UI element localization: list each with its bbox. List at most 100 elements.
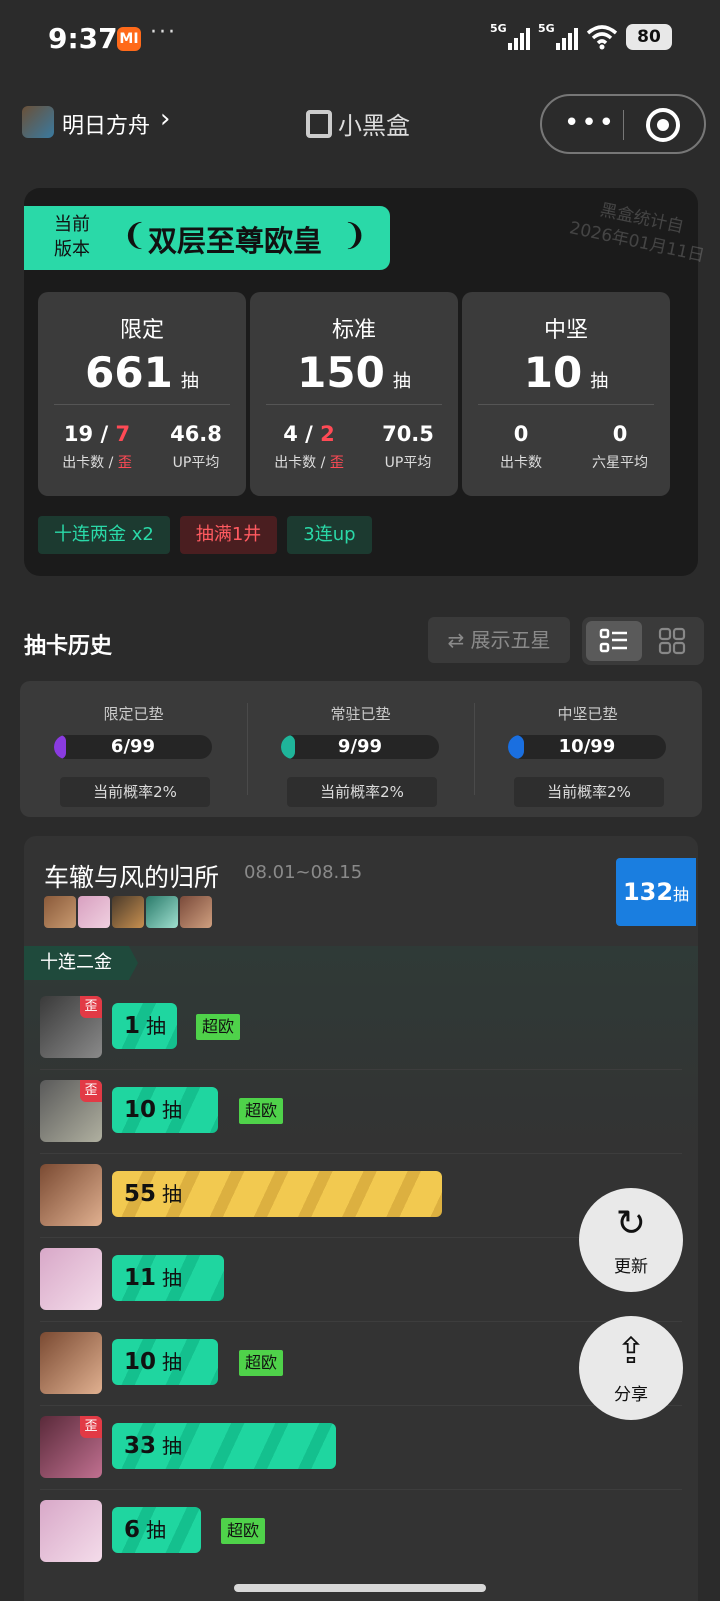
stat-card-midtier: 中坚 10 抽 0 出卡数 0 六星平均	[462, 292, 670, 496]
pity-standard: 常驻已垫 9/99 当前概率2%	[247, 681, 474, 817]
list-view-icon	[599, 628, 627, 653]
pull-count-bar: 6抽	[112, 1507, 201, 1553]
pull-row[interactable]: 6抽 超欧	[24, 1490, 698, 1574]
operator-avatar	[40, 1248, 102, 1310]
stat-card-standard: 标准 150 抽 4 / 2 出卡数 / 歪 70.5 UP平均	[250, 292, 458, 496]
app-title: 小黑盒	[306, 106, 410, 141]
grid-view-icon	[658, 627, 686, 655]
chip-full-pity: 抽满1井	[179, 516, 278, 554]
operator-thumb	[180, 896, 212, 928]
off-banner-badge: 歪	[80, 1080, 102, 1102]
pull-count-bar: 11 抽	[112, 1255, 224, 1301]
pity-panel: 限定已垫 6/99 当前概率2% 常驻已垫 9/99 当前概率2% 中坚已垫 1…	[20, 681, 702, 817]
off-banner-badge: 歪	[80, 1416, 102, 1438]
pull-count-bar: 10 抽	[112, 1339, 218, 1385]
divider	[54, 404, 230, 405]
stat-name: 中坚	[543, 318, 588, 343]
luck-tag: 超欧	[196, 1014, 241, 1040]
status-bar: 9:37 MI ··· 5G 5G 80	[0, 0, 720, 80]
stat-total: 10 抽	[523, 348, 609, 397]
stat-name: 标准	[331, 318, 376, 343]
share-icon: ⇪	[615, 1331, 647, 1372]
banner-name: 车辙与风的归所	[44, 863, 220, 892]
stat-avg-cell: 0 六星平均	[592, 422, 648, 471]
group-tag: 十连二金	[24, 946, 138, 980]
pull-count-bar: 1抽	[112, 1003, 177, 1049]
refresh-label: 更新	[614, 1257, 648, 1277]
more-options-icon[interactable]: •••	[564, 108, 616, 138]
laurel-left-icon: ❨	[122, 218, 148, 253]
operator-avatar	[40, 1332, 102, 1394]
achievement-chips: 十连两金 x2 抽满1井 3连up	[38, 516, 372, 554]
capsule-divider	[623, 110, 624, 140]
operator-thumb	[78, 896, 110, 928]
luck-tag: 超欧	[221, 1518, 266, 1544]
stat-count-cell: 0 出卡数	[500, 422, 542, 471]
clock: 9:37	[48, 22, 118, 55]
show-five-star-button[interactable]: ⇄ 展示五星	[428, 617, 570, 663]
stat-count-cell: 4 / 2 出卡数 / 歪	[274, 422, 344, 471]
stat-avg-cell: 46.8 UP平均	[170, 422, 222, 471]
stat-avg-cell: 70.5 UP平均	[382, 422, 434, 471]
stat-name: 限定	[119, 318, 164, 343]
operator-thumb	[112, 896, 144, 928]
notification-dots-icon: ···	[150, 20, 177, 45]
wifi-icon	[586, 25, 618, 50]
signal-5g-icon: 5G	[490, 22, 530, 50]
gacha-summary-card: 当前版本 ❨ 双层至尊欧皇 ❩ 黑盒统计自 2026年01月11日 限定 661…	[24, 188, 706, 576]
pull-row[interactable]: 歪 10 抽 超欧	[24, 1070, 698, 1154]
featured-operators	[44, 896, 212, 928]
pity-progress-bar: 10/99	[508, 735, 666, 759]
close-mini-program-icon[interactable]	[646, 108, 680, 142]
stat-count-cell: 19 / 7 出卡数 / 歪	[62, 422, 132, 471]
pity-progress-bar: 9/99	[281, 735, 439, 759]
pity-progress-bar: 6/99	[54, 735, 212, 759]
operator-thumb	[146, 896, 178, 928]
pull-row[interactable]: 歪 1抽 超欧	[24, 986, 698, 1070]
status-icons: 5G 5G 80	[490, 22, 672, 50]
pull-row[interactable]: 歪 33 抽	[24, 1406, 698, 1490]
laurel-right-icon: ❩	[342, 218, 368, 253]
pull-count-bar: 55 抽	[112, 1171, 442, 1217]
signal-5g-icon-2: 5G	[538, 22, 578, 50]
chip-ten-pull-double: 十连两金 x2	[38, 516, 170, 554]
chevron-right-icon[interactable]: ›	[160, 104, 170, 134]
chip-triple-up: 3连up	[287, 516, 372, 554]
list-view-button[interactable]	[586, 621, 642, 661]
pity-midtier: 中坚已垫 10/99 当前概率2%	[474, 681, 701, 817]
game-avatar-icon[interactable]	[22, 106, 54, 138]
operator-avatar	[40, 1164, 102, 1226]
stat-total: 150 抽	[297, 348, 411, 397]
mi-app-icon: MI	[117, 27, 141, 51]
ribbon-title: 双层至尊欧皇	[148, 224, 323, 258]
off-banner-badge: 歪	[80, 996, 102, 1018]
operator-thumb	[44, 896, 76, 928]
banner-dates: 08.01~08.15	[244, 862, 363, 883]
stat-total: 661 抽	[85, 348, 199, 397]
title-ribbon: 当前版本 ❨ 双层至尊欧皇 ❩	[24, 206, 390, 270]
pull-count-bar: 10 抽	[112, 1087, 218, 1133]
luck-tag: 超欧	[239, 1098, 284, 1124]
history-title: 抽卡历史	[24, 634, 113, 659]
operator-avatar	[40, 1500, 102, 1562]
home-indicator[interactable]	[234, 1584, 486, 1592]
refresh-icon: ↻	[615, 1203, 647, 1244]
share-label: 分享	[614, 1385, 648, 1405]
view-toggle	[582, 617, 704, 665]
grid-view-button[interactable]	[644, 621, 700, 661]
pull-count-bar: 33 抽	[112, 1423, 336, 1469]
pity-limited: 限定已垫 6/99 当前概率2%	[20, 681, 247, 817]
app-title-text: 小黑盒	[338, 112, 410, 140]
capsule-menu: •••	[540, 94, 706, 154]
battery-indicator: 80	[626, 24, 672, 50]
stat-card-limited: 限定 661 抽 19 / 7 出卡数 / 歪 46.8 UP平均	[38, 292, 246, 496]
banner-total-pulls: 132抽	[616, 858, 696, 926]
heybox-logo-icon	[306, 109, 332, 138]
share-button[interactable]: ⇪ 分享	[579, 1316, 683, 1420]
refresh-button[interactable]: ↻ 更新	[579, 1188, 683, 1292]
divider	[266, 404, 442, 405]
divider	[478, 404, 654, 405]
ribbon-caption: 当前版本	[54, 214, 90, 260]
game-name-link[interactable]: 明日方舟	[62, 108, 150, 140]
luck-tag: 超欧	[239, 1350, 284, 1376]
